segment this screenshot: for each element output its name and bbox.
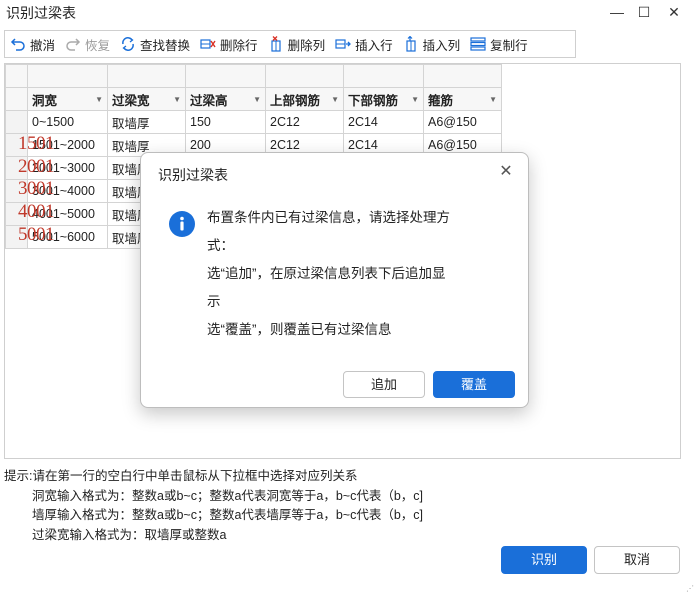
table-cell[interactable]: 2C14 bbox=[343, 110, 424, 134]
insert-column-button[interactable]: 插入列 bbox=[398, 31, 466, 57]
column-header-label: 过梁宽 bbox=[112, 93, 150, 108]
column-header-label: 洞宽 bbox=[32, 93, 58, 108]
dropdown-arrow-icon: ▼ bbox=[331, 94, 339, 104]
maximize-button[interactable]: ☐ bbox=[632, 2, 656, 22]
redo-icon bbox=[65, 36, 81, 52]
delete-column-icon bbox=[268, 36, 284, 52]
hint-line: 过梁宽输入格式为：取墙厚或整数a bbox=[32, 527, 227, 542]
find-replace-icon bbox=[120, 36, 136, 52]
table-cell[interactable]: 2C12 bbox=[265, 110, 344, 134]
column-mapping-row: 洞宽 ▼ 过梁宽 ▼ 过梁高 ▼ 上部钢筋 ▼ 下部钢筋 ▼ 箍筋 ▼ bbox=[5, 87, 502, 111]
blank-cell[interactable] bbox=[27, 64, 108, 88]
find-replace-button[interactable]: 查找替换 bbox=[115, 31, 195, 57]
dialog-message: 布置条件内已有过梁信息，请选择处理方 式： 选“追加”，在原过梁信息列表下后追加… bbox=[207, 204, 507, 344]
column-header-label: 上部钢筋 bbox=[270, 93, 321, 108]
window-title: 识别过梁表 bbox=[6, 5, 76, 21]
column-header-label: 下部钢筋 bbox=[348, 93, 399, 108]
dialog-message-line: 选“覆盖”，则覆盖已有过梁信息 bbox=[207, 322, 392, 337]
column-select-opening-width[interactable]: 洞宽 ▼ bbox=[27, 87, 108, 111]
undo-button[interactable]: 撤消 bbox=[5, 31, 60, 57]
redo-label: 恢复 bbox=[85, 38, 111, 53]
resize-grip-icon[interactable]: ⋰ bbox=[686, 584, 696, 594]
table-cell[interactable]: A6@150 bbox=[423, 110, 502, 134]
column-select-bottom-rebar[interactable]: 下部钢筋 ▼ bbox=[343, 87, 424, 111]
row-header-cell bbox=[5, 64, 28, 88]
dropdown-arrow-icon: ▼ bbox=[95, 94, 103, 104]
blank-cell[interactable] bbox=[423, 64, 502, 88]
column-select-lintel-height[interactable]: 过梁高 ▼ bbox=[185, 87, 266, 111]
column-select-stirrup[interactable]: 箍筋 ▼ bbox=[423, 87, 502, 111]
column-header-label: 箍筋 bbox=[428, 93, 454, 108]
toolbar: 撤消 恢复 查找替换 删除行 删除列 插入行 插入列 复制行 bbox=[4, 30, 576, 58]
table-cell[interactable]: 取墙厚 bbox=[107, 110, 186, 134]
blank-cell[interactable] bbox=[343, 64, 424, 88]
undo-icon bbox=[10, 36, 26, 52]
hint-text-block: 提示:请在第一行的空白行中单击鼠标从下拉框中选择对应列关系 洞宽输入格式为：整数… bbox=[4, 467, 423, 545]
overlay-number: 1501 bbox=[18, 133, 55, 154]
recognize-button[interactable]: 识别 bbox=[501, 546, 587, 574]
dialog-message-line: 示 bbox=[207, 294, 221, 309]
insert-row-button[interactable]: 插入行 bbox=[330, 31, 398, 57]
insert-row-label: 插入行 bbox=[355, 38, 393, 53]
dialog-message-line: 布置条件内已有过梁信息，请选择处理方 bbox=[207, 210, 450, 225]
dialog-close-button[interactable]: ✕ bbox=[496, 162, 516, 182]
append-button[interactable]: 追加 bbox=[343, 371, 425, 398]
minimize-button[interactable]: — bbox=[605, 2, 629, 22]
dropdown-arrow-icon: ▼ bbox=[173, 94, 181, 104]
delete-row-icon bbox=[200, 36, 216, 52]
dialog-title: 识别过梁表 bbox=[158, 167, 228, 183]
delete-row-label: 删除行 bbox=[220, 38, 258, 53]
insert-row-icon bbox=[335, 36, 351, 52]
overlay-number: 3001 bbox=[18, 178, 55, 199]
undo-label: 撤消 bbox=[30, 38, 56, 53]
redo-button[interactable]: 恢复 bbox=[60, 31, 115, 57]
row-header-cell bbox=[5, 110, 28, 134]
info-icon bbox=[169, 211, 195, 237]
dialog-message-line: 式： bbox=[207, 238, 234, 253]
column-select-lintel-width[interactable]: 过梁宽 ▼ bbox=[107, 87, 186, 111]
blank-row bbox=[5, 64, 502, 88]
delete-column-label: 删除列 bbox=[287, 38, 326, 53]
blank-cell[interactable] bbox=[185, 64, 266, 88]
row-header-cell bbox=[5, 87, 28, 111]
hint-main: 提示:请在第一行的空白行中单击鼠标从下拉框中选择对应列关系 bbox=[4, 469, 358, 483]
delete-column-button[interactable]: 删除列 bbox=[263, 31, 331, 57]
overlay-number: 5001 bbox=[18, 224, 55, 245]
title-bar: 识别过梁表 — ☐ ✕ bbox=[0, 0, 700, 26]
dropdown-arrow-icon: ▼ bbox=[411, 94, 419, 104]
hint-line: 墙厚输入格式为：整数a或b~c；整数a代表墙厚等于a，b~c代表（b，c] bbox=[32, 508, 424, 522]
delete-row-button[interactable]: 删除行 bbox=[195, 31, 263, 57]
dropdown-arrow-icon: ▼ bbox=[253, 94, 261, 104]
copy-row-icon bbox=[470, 36, 486, 52]
blank-cell[interactable] bbox=[265, 64, 344, 88]
table-cell[interactable]: 150 bbox=[185, 110, 266, 134]
overlay-number: 4001 bbox=[18, 201, 55, 222]
dialog-message-line: 选“追加”，在原过梁信息列表下后追加显 bbox=[207, 266, 446, 281]
insert-column-icon bbox=[403, 36, 419, 52]
cancel-button[interactable]: 取消 bbox=[594, 546, 680, 574]
dropdown-arrow-icon: ▼ bbox=[489, 94, 497, 104]
copy-row-button[interactable]: 复制行 bbox=[465, 31, 533, 57]
blank-cell[interactable] bbox=[107, 64, 186, 88]
column-select-top-rebar[interactable]: 上部钢筋 ▼ bbox=[265, 87, 344, 111]
overwrite-button[interactable]: 覆盖 bbox=[433, 371, 515, 398]
confirm-dialog: 识别过梁表 ✕ 布置条件内已有过梁信息，请选择处理方 式： 选“追加”，在原过梁… bbox=[140, 152, 529, 408]
column-header-label: 过梁高 bbox=[190, 93, 228, 108]
table-cell[interactable]: 0~1500 bbox=[27, 110, 108, 134]
copy-row-label: 复制行 bbox=[490, 38, 528, 53]
close-button[interactable]: ✕ bbox=[662, 2, 686, 22]
find-replace-label: 查找替换 bbox=[140, 38, 191, 53]
hint-line: 洞宽输入格式为：整数a或b~c；整数a代表洞宽等于a，b~c代表（b，c] bbox=[32, 488, 424, 503]
table-row: 0~1500 取墙厚 150 2C12 2C14 A6@150 bbox=[5, 110, 502, 134]
overlay-number: 2001 bbox=[18, 156, 55, 177]
insert-column-label: 插入列 bbox=[422, 38, 461, 53]
